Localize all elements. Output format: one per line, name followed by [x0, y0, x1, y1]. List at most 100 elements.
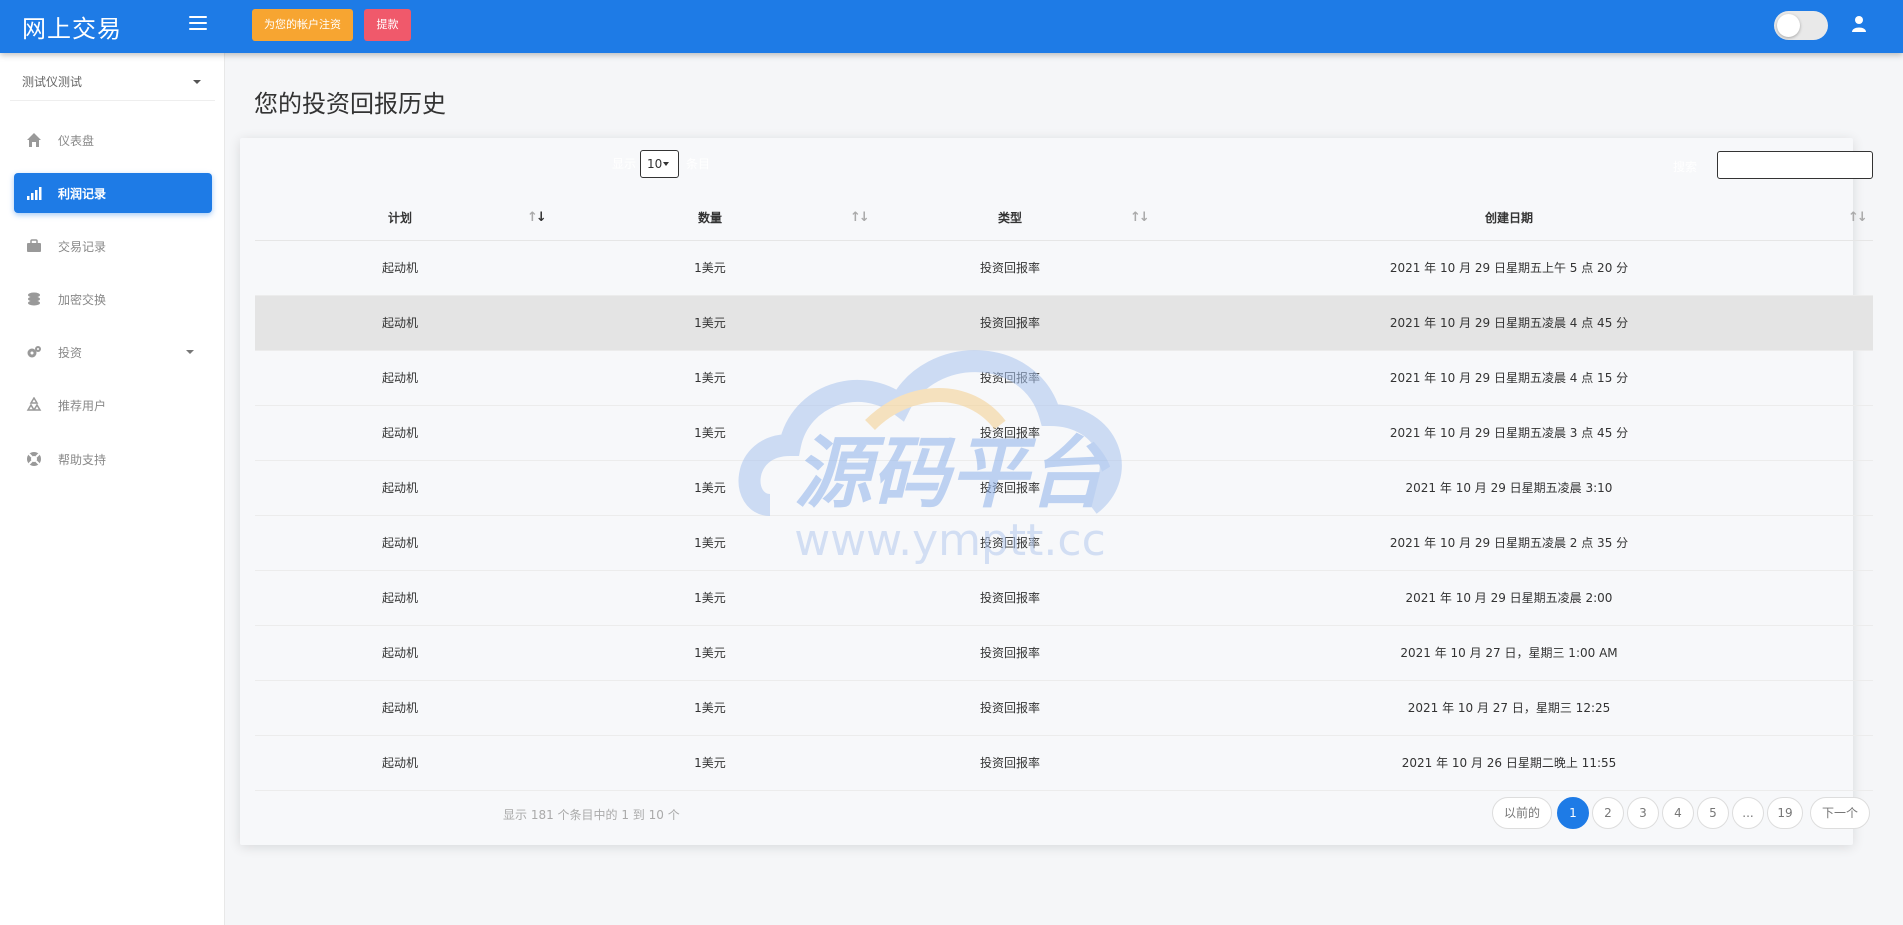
- cell-amount: 1美元: [545, 680, 875, 736]
- chevron-down-icon: [663, 162, 669, 166]
- pagination-page-button[interactable]: 3: [1627, 797, 1659, 829]
- sidebar-item-crypto-exchange[interactable]: 加密交换: [14, 279, 212, 319]
- column-header-label: 类型: [997, 210, 1022, 225]
- cell-amount: 1美元: [545, 405, 875, 461]
- cell-plan: 起动机: [255, 240, 545, 296]
- search-input[interactable]: [1717, 151, 1873, 179]
- search-label: 搜索: [1673, 160, 1698, 174]
- toggle-knob: [1777, 14, 1800, 37]
- account-dropdown[interactable]: 测试仪测试: [10, 65, 215, 101]
- menu-toggle-icon[interactable]: [189, 16, 207, 30]
- sort-icon: ↑↓: [850, 210, 870, 225]
- page-length-value: 10: [647, 157, 663, 171]
- cell-plan: 起动机: [255, 570, 545, 626]
- table-header-row: 计划 ↑↓ 数量 ↑↓ 类型 ↑↓ 创建日期 ↑↓: [255, 195, 1873, 241]
- sidebar-item-profit-records[interactable]: 利润记录: [14, 173, 212, 213]
- column-header-created-date[interactable]: 创建日期 ↑↓: [1145, 195, 1873, 241]
- table-row: 起动机 1美元 投资回报率 2021 年 10 月 29 日星期五上午 5 点 20 …: [255, 240, 1873, 296]
- account-name: 测试仪测试: [22, 75, 83, 89]
- column-header-plan[interactable]: 计划 ↑↓: [255, 195, 547, 241]
- cell-amount: 1美元: [545, 570, 875, 626]
- cell-type: 投资回报率: [875, 405, 1145, 461]
- chevron-down-icon: [193, 80, 201, 84]
- cell-plan: 起动机: [255, 350, 545, 406]
- cell-plan: 起动机: [255, 625, 545, 681]
- sidebar-item-label: 利润记录: [58, 187, 107, 201]
- cell-created-date: 2021 年 10 月 27 日，星期三 1:00 AM: [1145, 625, 1873, 681]
- sidebar-item-label: 帮助支持: [58, 453, 107, 467]
- cell-type: 投资回报率: [875, 625, 1145, 681]
- sidebar-item-label: 投资: [58, 346, 83, 360]
- sidebar-item-invest[interactable]: 投资: [14, 332, 212, 372]
- chevron-down-icon: [186, 350, 194, 354]
- column-header-label: 创建日期: [1484, 210, 1533, 225]
- pagination-next-button[interactable]: 下一个: [1810, 797, 1870, 829]
- cell-created-date: 2021 年 10 月 29 日星期五凌晨 4 点 45 分: [1145, 295, 1873, 351]
- sidebar-item-label: 交易记录: [58, 240, 107, 254]
- table-row: 起动机 1美元 投资回报率 2021 年 10 月 29 日星期五凌晨 3 点 45 …: [255, 405, 1873, 461]
- table-row: 起动机 1美元 投资回报率 2021 年 10 月 27 日，星期三 12:25: [255, 680, 1873, 736]
- top-navbar: 网上交易 为您的帐户注资 提款: [0, 0, 1903, 53]
- cell-amount: 1美元: [545, 295, 875, 351]
- cell-amount: 1美元: [545, 460, 875, 516]
- cell-created-date: 2021 年 10 月 26 日星期二晚上 11:55: [1145, 735, 1873, 791]
- user-icon[interactable]: [1851, 15, 1867, 33]
- cell-amount: 1美元: [545, 515, 875, 571]
- pagination-prev-button[interactable]: 以前的: [1492, 797, 1552, 829]
- cell-type: 投资回报率: [875, 350, 1145, 406]
- cell-created-date: 2021 年 10 月 29 日星期五凌晨 2:00: [1145, 570, 1873, 626]
- cell-type: 投资回报率: [875, 570, 1145, 626]
- pagination-page-button[interactable]: 19: [1767, 797, 1803, 829]
- theme-toggle[interactable]: [1774, 11, 1828, 40]
- sidebar-item-referrals[interactable]: 推荐用户: [14, 385, 212, 425]
- sidebar-item-label: 加密交换: [58, 293, 107, 307]
- cell-amount: 1美元: [545, 625, 875, 681]
- pagination-page-button[interactable]: 5: [1697, 797, 1729, 829]
- withdraw-button[interactable]: 提款: [364, 9, 411, 41]
- cell-created-date: 2021 年 10 月 27 日，星期三 12:25: [1145, 680, 1873, 736]
- table-row: 起动机 1美元 投资回报率 2021 年 10 月 29 日星期五凌晨 4 点 45 …: [255, 295, 1873, 351]
- pagination-page-button[interactable]: 2: [1592, 797, 1624, 829]
- column-header-label: 数量: [697, 210, 722, 225]
- sidebar-item-label: 推荐用户: [58, 399, 107, 413]
- cell-type: 投资回报率: [875, 240, 1145, 296]
- sort-icon: ↑↓: [527, 210, 547, 225]
- length-label: 显示: [612, 157, 637, 171]
- page-length-select[interactable]: 10: [640, 150, 679, 178]
- cell-type: 投资回报率: [875, 735, 1145, 791]
- sidebar-item-trade-records[interactable]: 交易记录: [14, 226, 212, 266]
- sidebar-item-dashboard[interactable]: 仪表盘: [14, 120, 212, 160]
- table-row: 起动机 1美元 投资回报率 2021 年 10 月 29 日星期五凌晨 4 点 15 …: [255, 350, 1873, 406]
- roi-table: 计划 ↑↓ 数量 ↑↓ 类型 ↑↓ 创建日期 ↑↓ 起动机 1美元 投资回报率 202…: [255, 195, 1873, 791]
- cell-created-date: 2021 年 10 月 29 日星期五上午 5 点 20 分: [1145, 240, 1873, 296]
- sidebar: 测试仪测试 仪表盘 利润记录 交易记录 加密交换 投资 推荐用户 帮助支持: [0, 53, 225, 925]
- cell-plan: 起动机: [255, 405, 545, 461]
- page-title: 您的投资回报历史: [254, 90, 446, 118]
- pagination-page-button[interactable]: 1: [1557, 797, 1589, 829]
- cell-amount: 1美元: [545, 735, 875, 791]
- table-row: 起动机 1美元 投资回报率 2021 年 10 月 29 日星期五凌晨 3:10: [255, 460, 1873, 516]
- cell-type: 投资回报率: [875, 460, 1145, 516]
- sort-icon: ↑↓: [1848, 210, 1868, 225]
- sidebar-item-label: 仪表盘: [58, 134, 95, 148]
- home-icon: [27, 133, 41, 147]
- length-label-after: 条目: [686, 157, 711, 171]
- column-header-type[interactable]: 类型 ↑↓: [875, 195, 1150, 241]
- table-row: 起动机 1美元 投资回报率 2021 年 10 月 27 日，星期三 1:00 AM: [255, 625, 1873, 681]
- cell-amount: 1美元: [545, 350, 875, 406]
- brand-logo[interactable]: 网上交易: [22, 9, 122, 44]
- cell-plan: 起动机: [255, 680, 545, 736]
- deposit-button[interactable]: 为您的帐户注资: [252, 9, 353, 41]
- table-info: 显示 181 个条目中的 1 到 10 个: [503, 808, 680, 822]
- briefcase-icon: [27, 239, 41, 252]
- table-row: 起动机 1美元 投资回报率 2021 年 10 月 29 日星期五凌晨 2:00: [255, 570, 1873, 626]
- column-header-amount[interactable]: 数量 ↑↓: [545, 195, 875, 241]
- cell-created-date: 2021 年 10 月 29 日星期五凌晨 4 点 15 分: [1145, 350, 1873, 406]
- cell-created-date: 2021 年 10 月 29 日星期五凌晨 3:10: [1145, 460, 1873, 516]
- cell-plan: 起动机: [255, 515, 545, 571]
- sidebar-item-help-support[interactable]: 帮助支持: [14, 439, 212, 479]
- cell-type: 投资回报率: [875, 295, 1145, 351]
- cell-plan: 起动机: [255, 460, 545, 516]
- pagination-page-button[interactable]: 4: [1662, 797, 1694, 829]
- column-header-label: 计划: [387, 210, 412, 225]
